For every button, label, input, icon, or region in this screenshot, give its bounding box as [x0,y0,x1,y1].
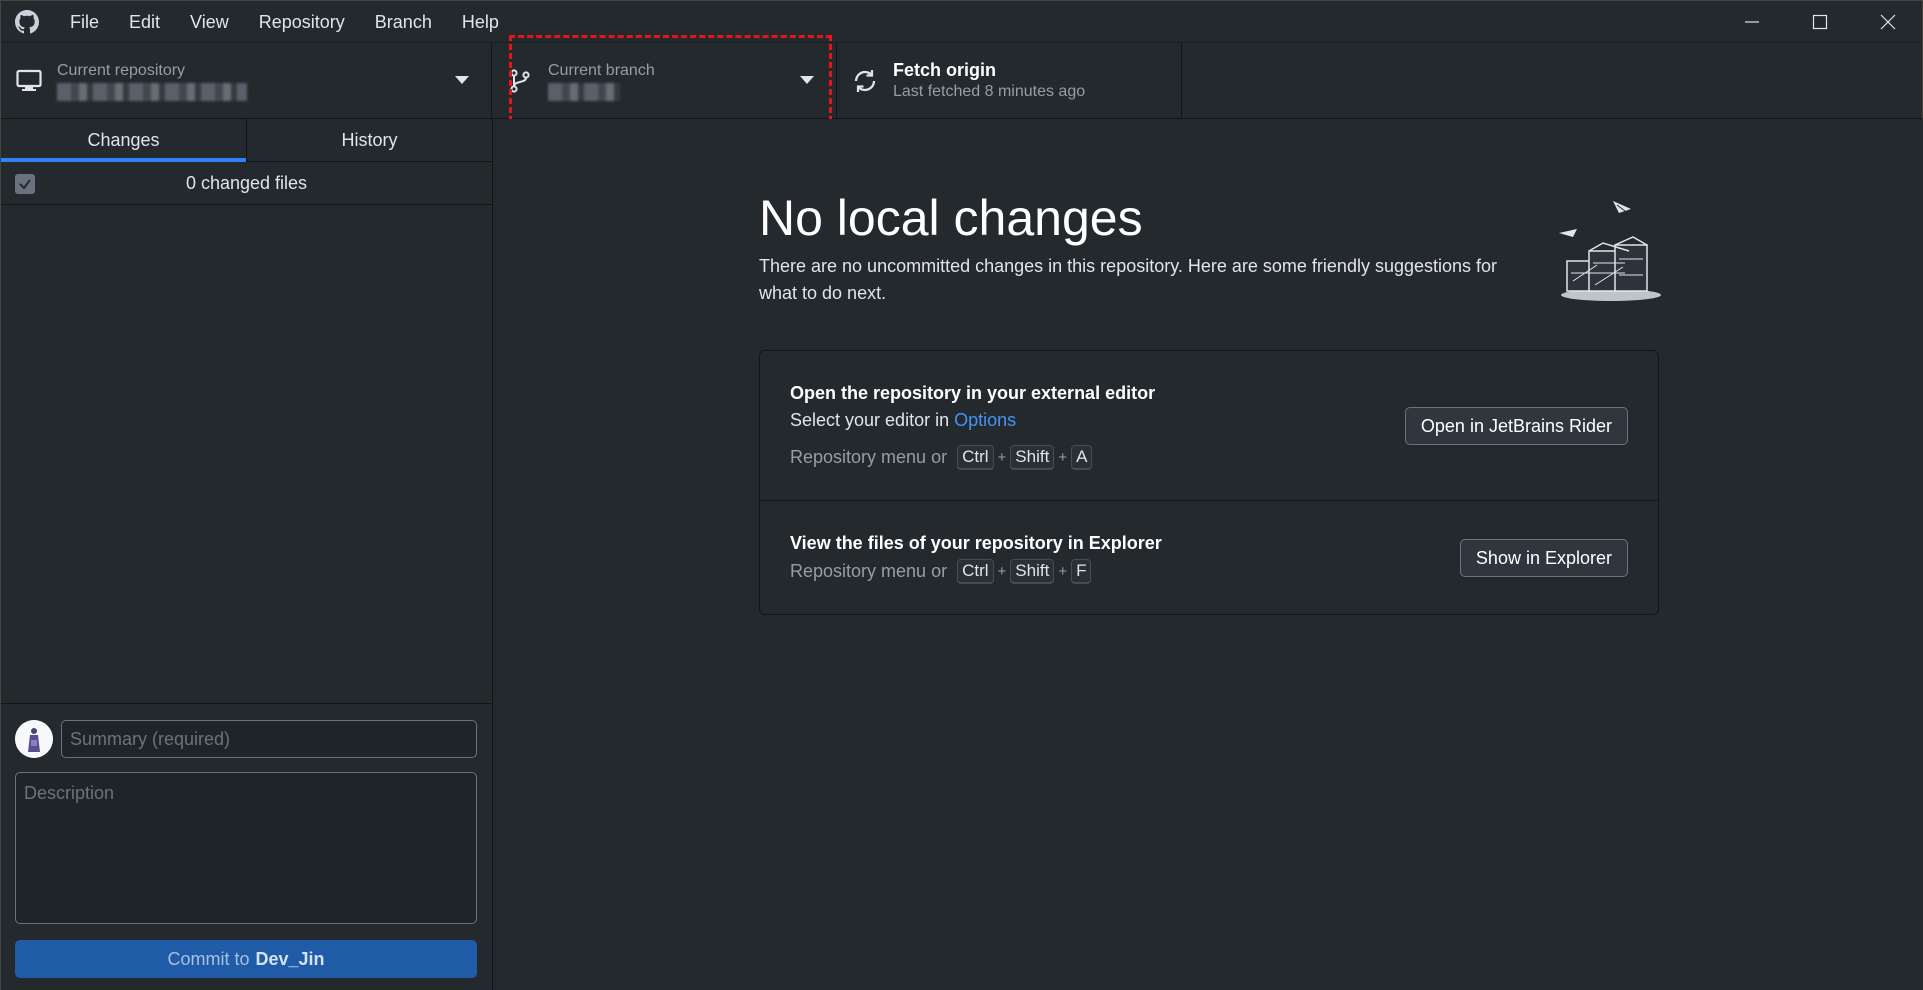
menu-repository[interactable]: Repository [244,1,360,43]
select-all-checkbox[interactable] [15,174,35,194]
key-a: A [1071,445,1093,470]
commit-area: Commit to Dev_Jin [1,703,492,990]
shortcut-prefix: Repository menu or [790,447,948,467]
keyboard-shortcut: Repository menu or Ctrl + Shift + A [790,445,1094,470]
close-button[interactable] [1854,1,1922,43]
suggestions-panel: Open the repository in your external edi… [759,350,1659,615]
empty-state-illustration [1553,191,1663,309]
menu-edit[interactable]: Edit [114,1,175,43]
window-controls [1718,1,1922,43]
toolbar: Current repository Current branch Fetch … [1,43,1922,119]
commit-button[interactable]: Commit to Dev_Jin [15,940,477,978]
current-branch-dropdown[interactable]: Current branch [492,43,837,119]
tab-changes[interactable]: Changes [1,119,246,162]
menu-branch[interactable]: Branch [360,1,447,43]
main-content: No local changes There are no uncommitte… [493,119,1923,990]
changed-files-count: 0 changed files [185,172,308,193]
maximize-button[interactable] [1786,1,1854,43]
key-ctrl: Ctrl [957,445,994,470]
git-branch-icon [506,67,534,95]
commit-branch-name: Dev_Jin [255,948,325,969]
branch-name-redacted [548,83,620,101]
key-f: F [1071,559,1092,584]
last-fetched: Last fetched 8 minutes ago [893,83,1086,100]
key-shift: Shift [1010,559,1055,584]
branch-label: Current branch [548,62,655,79]
title-bar: File Edit View Repository Branch Help [1,1,1922,43]
description-input[interactable] [15,772,477,924]
branch-text: Current branch [548,61,655,101]
open-in-editor-button[interactable]: Open in JetBrains Rider [1404,407,1628,445]
menu-help[interactable]: Help [447,1,514,43]
avatar [15,720,53,758]
suggestion-title: View the files of your repository in Exp… [790,533,1162,553]
plus-sign: + [997,449,1007,466]
menu-view[interactable]: View [175,1,244,43]
checkmark-icon [19,179,31,190]
repository-label: Current repository [57,62,186,79]
close-icon [1880,14,1896,30]
fetch-text: Fetch origin Last fetched 8 minutes ago [893,59,1085,103]
tab-history[interactable]: History [246,119,492,161]
chevron-down-icon [800,76,814,84]
menu-file[interactable]: File [55,1,114,43]
suggestion-desc-text: Select your editor in [790,410,950,430]
page-description: There are no uncommitted changes in this… [759,256,1498,303]
key-shift: Shift [1010,445,1055,470]
plus-sign: + [1058,449,1068,466]
changes-header: 0 changed files [1,162,492,205]
commit-label: Commit to [167,948,250,969]
page-title: No local changes [759,190,1143,246]
suggestion-show-explorer: View the files of your repository in Exp… [760,501,1658,615]
app-window: File Edit View Repository Branch Help Cu… [0,0,1923,990]
summary-input[interactable] [61,720,477,758]
key-ctrl: Ctrl [957,559,994,584]
chevron-down-icon [455,76,469,84]
suggestion-title: Open the repository in your external edi… [790,383,1156,403]
keyboard-shortcut: Repository menu or Ctrl + Shift + F [790,559,1093,584]
shortcut-prefix: Repository menu or [790,561,948,581]
repository-text: Current repository [57,61,247,101]
github-icon [13,8,41,36]
suggestion-open-editor: Open the repository in your external edi… [760,351,1658,501]
menu-bar: File Edit View Repository Branch Help [55,1,514,43]
suggestion-description: Select your editor in Options [790,410,1016,431]
current-repository-dropdown[interactable]: Current repository [1,43,492,119]
computer-icon [15,67,43,95]
plus-sign: + [1058,563,1068,580]
sync-icon [851,67,879,95]
minimize-icon [1745,21,1759,23]
fetch-origin-button[interactable]: Fetch origin Last fetched 8 minutes ago [837,43,1182,119]
sidebar: Changes History 0 changed files Commit t… [1,119,493,990]
fetch-title: Fetch origin [893,60,996,80]
options-link[interactable]: Options [954,410,1016,430]
minimize-button[interactable] [1718,1,1786,43]
plus-sign: + [997,563,1007,580]
show-in-explorer-button[interactable]: Show in Explorer [1459,539,1628,577]
sidebar-tabs: Changes History [1,119,492,162]
maximize-icon [1812,14,1828,30]
repository-name-redacted [57,83,247,101]
